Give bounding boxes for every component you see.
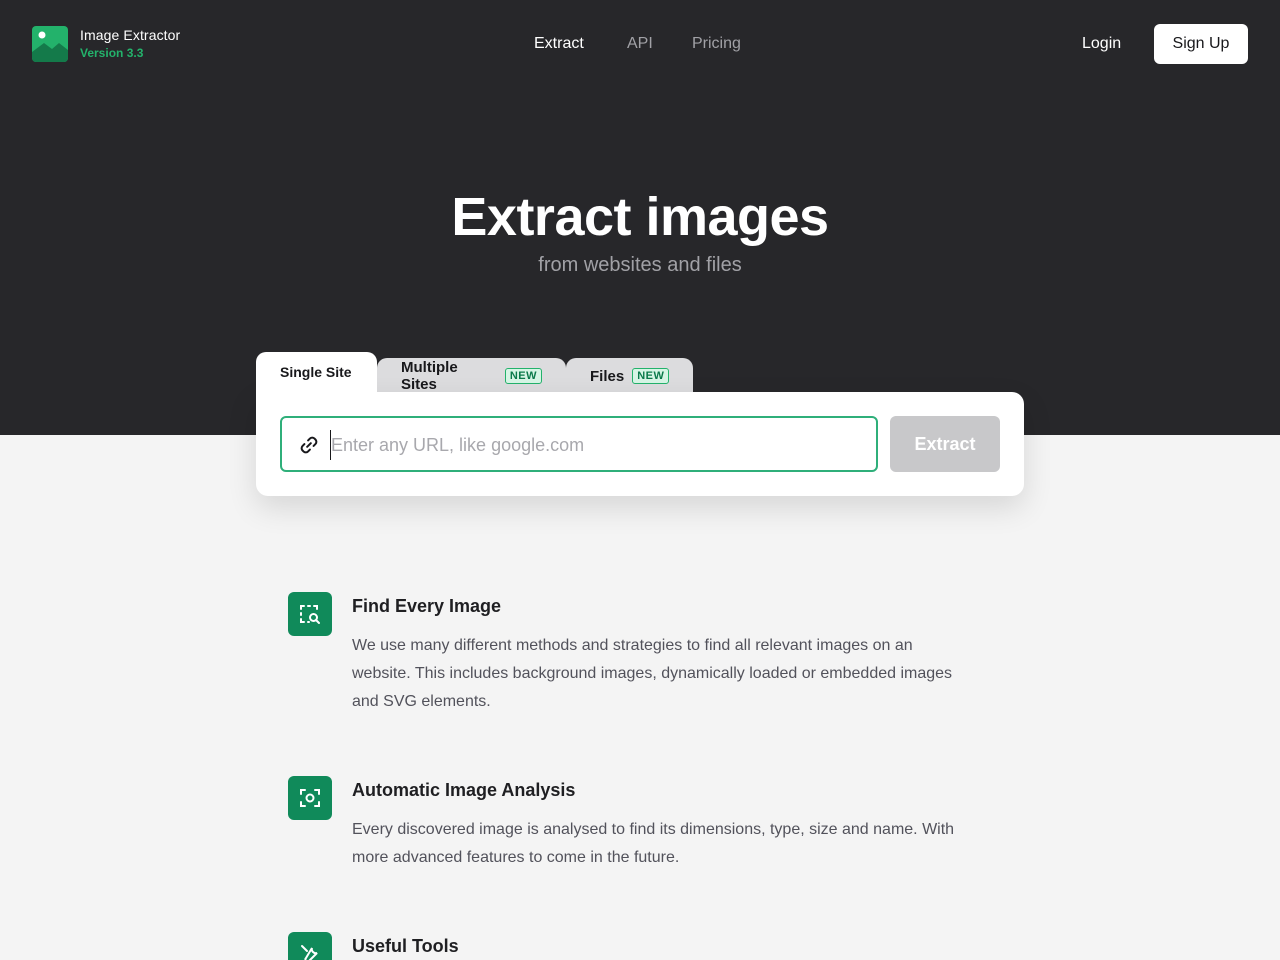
hero-subtitle: from websites and files bbox=[538, 254, 742, 276]
extract-button[interactable]: Extract bbox=[890, 416, 1000, 472]
tab-files[interactable]: Files NEW bbox=[566, 358, 693, 394]
login-link[interactable]: Login bbox=[1082, 35, 1121, 53]
image-search-icon bbox=[288, 592, 332, 636]
feature-title: Useful Tools bbox=[352, 936, 459, 956]
tab-label: Files bbox=[590, 367, 625, 385]
feature-description: We use many different methods and strate… bbox=[352, 637, 953, 710]
tab-multiple-sites[interactable]: Multiple Sites NEW bbox=[377, 358, 566, 394]
nav-api[interactable]: API bbox=[627, 35, 653, 53]
feature-title: Find Every Image bbox=[352, 596, 502, 616]
nav-pricing[interactable]: Pricing bbox=[692, 35, 741, 53]
tab-single-site[interactable]: Single Site bbox=[256, 352, 377, 396]
image-scan-icon bbox=[288, 776, 332, 820]
hero-title: Extract images bbox=[451, 187, 829, 247]
signup-button[interactable]: Sign Up bbox=[1154, 24, 1248, 64]
url-input[interactable] bbox=[330, 430, 860, 460]
tab-label: Multiple Sites bbox=[401, 359, 458, 393]
header: Image Extractor Version 3.3 Extract API … bbox=[0, 0, 1280, 88]
tab-label: Single Site bbox=[280, 364, 352, 380]
nav-extract[interactable]: Extract bbox=[534, 35, 584, 53]
new-badge: NEW bbox=[632, 368, 670, 384]
link-icon bbox=[300, 436, 318, 454]
feature-description: Every discovered image is analysed to fi… bbox=[352, 821, 955, 866]
url-field[interactable] bbox=[280, 416, 878, 472]
feature-title: Automatic Image Analysis bbox=[352, 780, 576, 800]
wrench-icon bbox=[288, 932, 332, 960]
new-badge: NEW bbox=[504, 368, 542, 384]
extract-card: Extract bbox=[256, 392, 1024, 496]
